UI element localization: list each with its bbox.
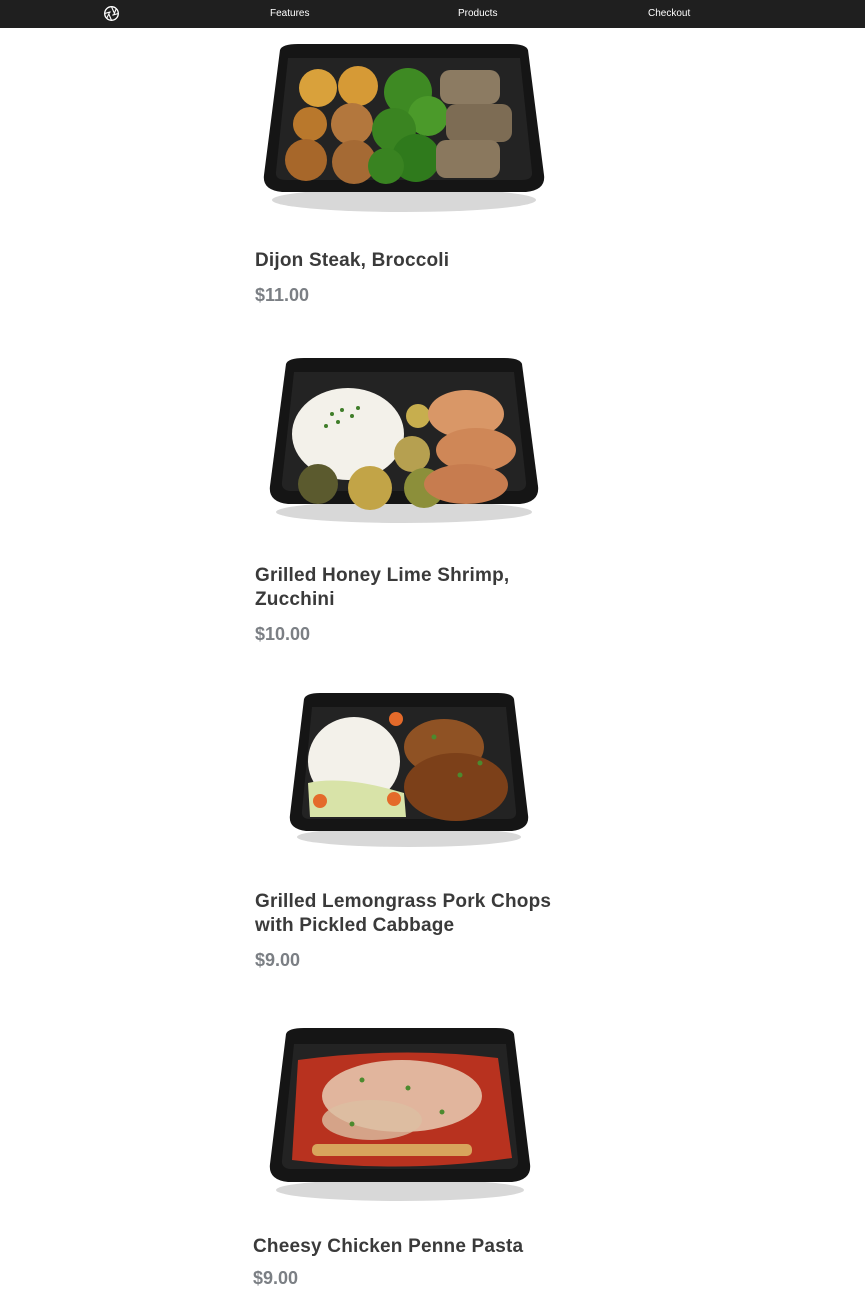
- meal-container-pork-chops-icon[interactable]: [284, 689, 534, 849]
- product-card[interactable]: Cheesy Chicken Penne Pasta $9.00: [0, 1010, 865, 1288]
- meal-container-penne-pasta-icon[interactable]: [262, 1024, 538, 1204]
- product-card[interactable]: Grilled Lemongrass Pork Chops with Pickl…: [0, 675, 865, 995]
- product-name[interactable]: Grilled Lemongrass Pork Chops with Pickl…: [255, 890, 555, 938]
- product-name[interactable]: Cheesy Chicken Penne Pasta: [253, 1235, 553, 1259]
- product-card[interactable]: Grilled Honey Lime Shrimp, Zucchini $10.…: [0, 340, 865, 660]
- product-name[interactable]: Dijon Steak, Broccoli: [255, 249, 555, 273]
- product-price: $11.00: [255, 285, 310, 305]
- product-price: $10.00: [255, 624, 311, 644]
- product-price: $9.00: [253, 1268, 299, 1288]
- product-card[interactable]: Dijon Steak, Broccoli $11.00: [0, 0, 865, 320]
- meal-container-shrimp-zucchini-icon[interactable]: [262, 354, 546, 524]
- product-price: $9.00: [255, 950, 301, 970]
- product-name[interactable]: Grilled Honey Lime Shrimp, Zucchini: [255, 564, 555, 612]
- meal-container-steak-broccoli-icon[interactable]: [258, 40, 550, 215]
